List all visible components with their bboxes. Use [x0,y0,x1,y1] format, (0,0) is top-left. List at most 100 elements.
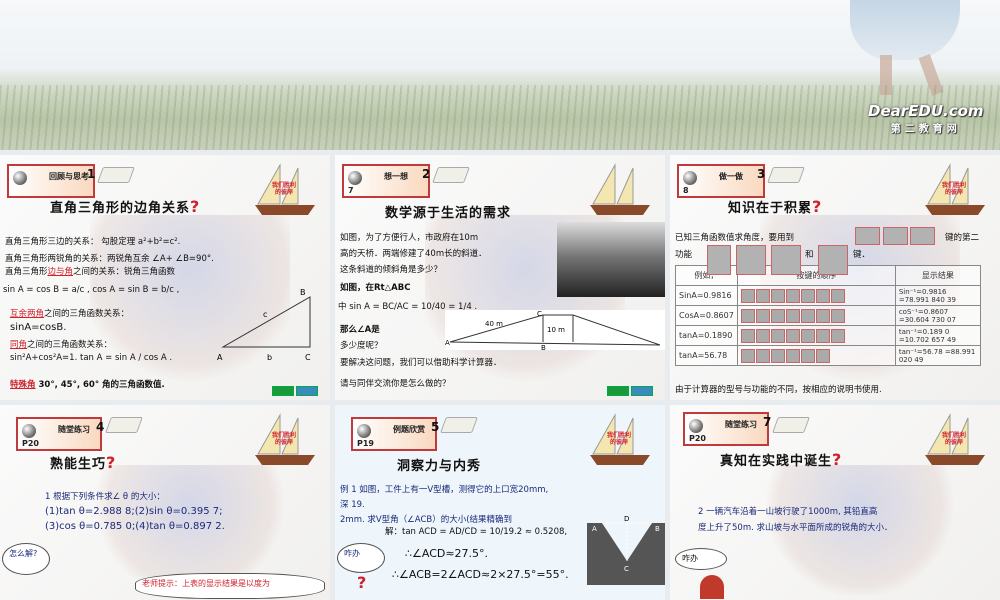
section-header: 例题欣赏 5 P19 [351,417,439,451]
sphere-icon [357,424,371,438]
l: B [655,525,660,533]
title-text: 直角三角形的边角关系 [50,201,191,216]
book-icon [772,417,810,433]
l: 40 m [485,320,503,328]
book-icon [440,417,478,433]
slide-title: 数学源于生活的需求 [385,206,512,221]
text: 2mm. 求V型角（∠ACB）的大小(结果精确到 [340,515,513,525]
ship-icon [590,163,650,215]
th: 显示结果 [894,265,981,286]
book-icon [97,167,135,183]
book-icon [105,417,143,433]
bullet: 已知三角函数值求角度，要用到 [675,233,795,243]
thought-cloud: 怎么解? [2,543,50,575]
slide-5[interactable]: 例题欣赏 5 P19 我们胜利的彼岸 洞察力与内秀 例 1 如图，工件上有一V型槽，… [335,405,665,600]
l: B [300,288,306,297]
td: tan⁻¹=56.78 =88.991 020 49 [894,345,981,366]
ship-caption: 我们胜利的彼岸 [941,432,966,446]
section-header: 随堂练习 7 P20 [683,412,772,446]
bullet: 要解决这问题，我们可以借助科学计算器． [340,358,502,368]
sphere-icon [683,171,697,185]
bullet: 如图，在Rt△ABC [340,283,411,293]
slide-title: 熟能生巧? [50,453,116,472]
td: CosA=0.8607 [675,305,738,326]
bullet: 直角三角形三边的关系： 勾股定理 a²+b²=c². [5,237,181,247]
l: C [624,565,629,573]
bullet: 多少度呢？ [340,341,383,351]
section-number: 2 [422,167,431,181]
l: D [624,515,629,523]
slide-nav[interactable] [607,386,653,396]
slide-nav[interactable] [272,386,318,396]
td: Sin⁻¹=0.9816 =78.991 840 39 [894,285,981,306]
page-ref: 8 [683,186,689,195]
calculator-table: 例如， 按键的顺序 显示结果 SinA=0.9816 Sin⁻¹=0.9816 =78… [675,265,981,366]
formula: sin²A+cos²A=1. tan A = sin A / cos A . [10,353,173,363]
bullet: 例 1 如图，工件上有一V型槽，测得它的上口宽20mm, [340,485,549,495]
slide-3[interactable]: 做一做 3 8 我们胜利的彼岸 知识在于积累? 已知三角函数值求角度，要用到 键的第… [670,155,1000,400]
section-label: 随堂练习 [725,420,757,429]
book-icon [767,167,805,183]
slide-title: 直角三角形的边角关系? [50,197,200,216]
l: A [217,353,223,362]
grass [0,85,1000,150]
ramp-diagram: 40 m 10 m A B C [445,310,665,350]
bullet: 这条斜道的倾斜角是多少？ [340,265,443,275]
hidden-key [855,227,880,245]
section-label: 想一想 [384,172,408,181]
bullet: 特殊角 30°, 45°, 60° 角的三角函数值. [10,378,165,390]
td: tan⁻¹=0.189 0 =10.702 657 49 [894,325,981,346]
section-number: 7 [763,415,772,429]
hidden-key [818,245,848,275]
next-button[interactable] [607,386,629,396]
section-number: 3 [757,167,766,181]
td: tanA=0.1890 [675,325,738,346]
keys [736,325,896,346]
bullet: 同角之间的三角函数关系： [10,338,112,350]
question-mark-icon: ? [190,197,201,216]
text: 功能 [675,250,693,260]
thought-cloud: 咋办 [337,543,385,573]
td: tanA=56.78 [675,345,738,366]
keys [736,345,896,366]
question-mark-icon: ? [832,450,843,469]
slide-title: 真知在实践中诞生? [720,450,842,469]
question-mark-icon: ? [106,453,117,472]
bullet: 直角三角形两锐角的关系：两锐角互余 ∠A+ ∠B=90°. [5,254,214,264]
slide-2[interactable]: 想一想 2 7 数学源于生活的需求 如图，为了方便行人，市政府在10m 高的天桥．两… [335,155,665,400]
l: 10 m [547,326,565,334]
dearedu-logo: DearEDU.com 第二教育网 [868,102,984,135]
back-button[interactable] [296,386,318,396]
ship-caption: 我们胜利的彼岸 [941,182,966,196]
slide-1[interactable]: 回顾与思考 1 我们胜利的彼岸 直角三角形的边角关系? 直角三角形三边的关系： 勾… [0,155,330,400]
section-header: 做一做 3 8 [677,164,765,198]
header-banner: DearEDU.com 第二教育网 [0,0,1000,150]
title-text: 知识在于积累 [728,201,813,216]
triangle-diagram: ABCabc [217,288,311,362]
t: 之间的三角函数关系： [27,340,113,350]
l: c [263,310,267,319]
l: C [305,353,311,362]
hidden-key [910,227,935,245]
slide-4[interactable]: 随堂练习 4 P20 我们胜利的彼岸 熟能生巧? 1 根据下列条件求∠ θ 的大小：… [0,405,330,600]
slide-title: 知识在于积累? [728,197,822,216]
sphere-icon [13,171,27,185]
back-button[interactable] [631,386,653,396]
hidden-key [707,245,731,275]
question-mark-icon: ? [812,197,823,216]
logo-text: DearEDU.com [868,102,984,120]
bullet: 那么∠A是 [340,325,380,335]
hidden-key [736,245,766,275]
book-icon [432,167,470,183]
bullet: sinA=cosB. [10,322,67,333]
title-text: 真知在实践中诞生 [720,454,833,469]
section-number: 4 [96,420,105,434]
keys [736,285,896,306]
section-header: 想一想 2 7 [342,164,430,198]
page-ref: P19 [357,439,374,448]
slide-6[interactable]: 随堂练习 7 P20 我们胜利的彼岸 真知在实践中诞生? 2 一辆汽车沿着一山坡行驶… [670,405,1000,600]
section-header: 随堂练习 4 P20 [16,417,105,451]
next-button[interactable] [272,386,294,396]
t: 之间的三角函数关系： [44,309,130,319]
title-text: 熟能生巧 [50,457,107,472]
